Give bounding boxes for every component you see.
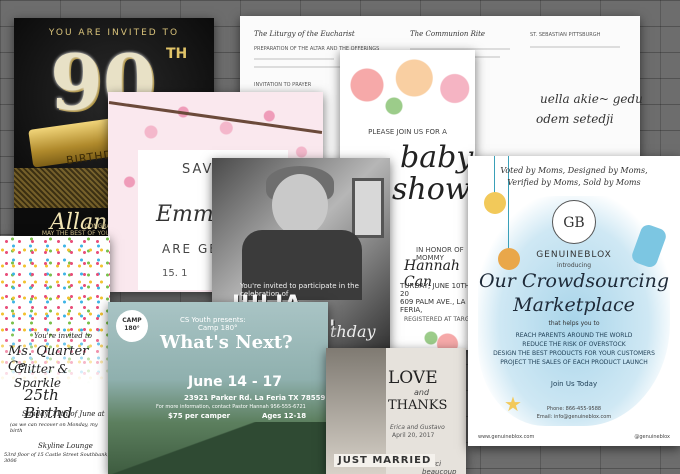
benefit-item: DESIGN THE BEST PRODUCTS FOR YOUR CUSTOM… [493,350,655,357]
camp-price: $75 per camper [168,412,231,420]
shower-date: TURDAY, JUNE 10TH, 20 [400,282,473,298]
age-suffix: TH [166,46,188,62]
liturgy-title-right: ST. SEBASTIAN PITTSBURGH [530,32,601,38]
liturgy-rule [530,46,620,48]
headline-2: Marketplace [513,294,635,316]
quarter-century-card: You're invited to Ms. Quarter Ce Glitter… [0,236,110,474]
invite-line: You're invited to [34,332,93,340]
invited-text: YOU ARE INVITED TO [48,28,180,38]
ornament-icon [484,192,506,214]
and-word: and [414,388,430,397]
email-text: Email: info@genuineblox.com [536,414,612,420]
portrait-face [272,174,328,236]
camp-contact: For more information, contact Pastor Han… [156,404,306,410]
camp-flyer: CAMP 180° CS Youth presents: Camp 180° W… [108,302,328,474]
benefit-item: PROJECT THE SALES OF EACH PRODUCT LAUNCH [500,359,648,366]
introducing-text: introducing [556,262,592,269]
mountain-silhouette [108,422,328,474]
script-line-2: odem setedji [536,112,614,126]
wedding-date: 15. 1 [162,268,188,279]
presenter-line: CS Youth presents: [180,316,246,324]
venue-line: Skyline Lounge [38,442,93,450]
love-word: LOVE [388,368,438,388]
background-window [352,178,384,238]
benefit-item: REDUCE THE RISK OF OVERSTOCK [522,341,626,348]
liturgy-title-left: The Liturgy of the Eucharist [254,30,355,38]
baby-word: baby [400,140,474,175]
phone-text: Phone: 866-455-9588 [546,406,602,412]
helps-text: that helps you to [548,320,600,327]
birthday-word: thday [330,322,376,341]
just-married-sign: JUST MARRIED [334,454,436,467]
website-text: www.genuineblox.com [478,434,535,440]
tagline-2: Verified by Moms, Sold by Moms [507,178,641,187]
brand-logo: GB [552,200,596,244]
couple-names: Erica and Gustavo [390,424,445,431]
liturgy-rule [254,58,334,60]
address-line: 53rd floor of 15 Castle Street Southbank… [4,452,110,464]
camp-address: 23921 Parker Rd. La Feria TX 78559 [184,394,326,402]
tagline-1: Voted by Moms, Designed by Moms, [500,166,648,175]
liturgy-title-mid: The Communion Rite [410,30,486,38]
camp-logo: CAMP 180° [116,310,148,342]
shower-word: showe [392,172,475,207]
camp-ages: Ages 12-18 [262,412,307,420]
benefit-item: REACH PARENTS AROUND THE WORLD [515,332,633,339]
camp-name: Camp 180° [198,324,238,332]
wedding-date: April 20, 2017 [392,432,435,439]
date-line: Sunday, 11th of June at [22,410,105,418]
join-text: PLEASE JOIN US FOR A [368,128,447,136]
social-handle: @genuineblox [634,434,670,440]
genuineblox-flyer: ★ Voted by Moms, Designed by Moms, Verif… [468,156,680,446]
note-line: (as we can recover on Monday, my birth [10,422,98,434]
script-line-1: uella akie~ gedu [540,92,643,106]
liturgy-rule [254,66,344,68]
shower-address: 609 PALM AVE., LA FERIA, [400,298,466,314]
ornament-string [494,156,495,196]
liturgy-line-2: INVITATION TO PRAYER [254,82,312,88]
brand-name: GENUINEBLOX [536,250,612,260]
wedding-thanks-card: LOVE and THANKS Erica and Gustavo April … [326,348,466,474]
floral-footer [420,320,475,350]
camp-title: What's Next? [160,332,293,353]
join-text: Join Us Today [550,380,598,388]
thanks-word: THANKS [388,398,448,413]
camp-dates: June 14 - 17 [188,374,283,390]
star-icon: ★ [504,392,522,416]
headline-1: Our Crowdsourcing [478,270,670,292]
floral-header [340,50,475,120]
